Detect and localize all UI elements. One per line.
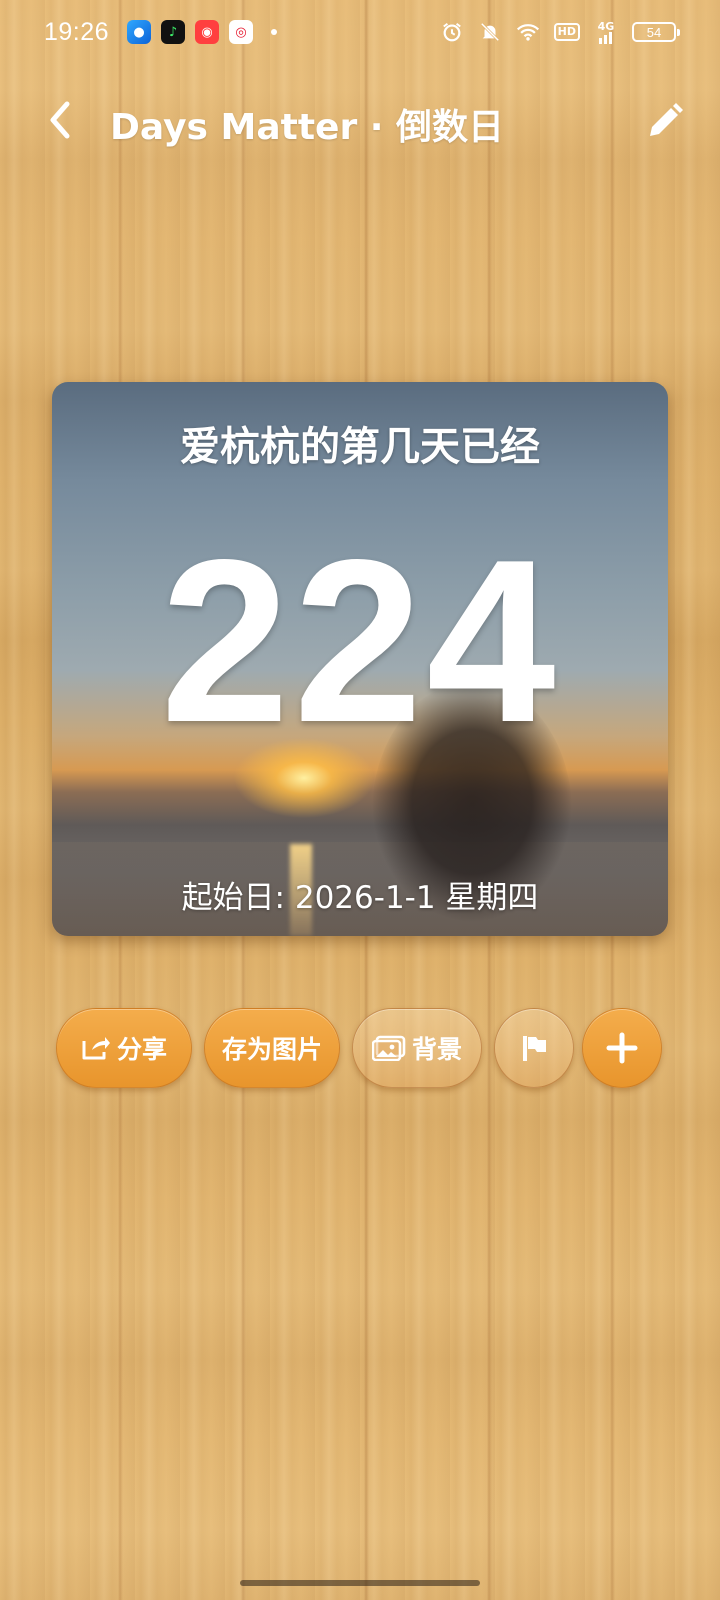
battery-indicator: 54	[632, 22, 680, 42]
plus-icon	[606, 1032, 638, 1064]
add-button[interactable]	[582, 1008, 662, 1088]
share-label: 分享	[116, 1035, 167, 1064]
app-bar: Days Matter · 倒数日	[0, 84, 720, 160]
network-type-label: 4G	[597, 19, 615, 33]
alarm-icon	[440, 20, 464, 44]
save-as-image-label: 存为图片	[221, 1035, 322, 1064]
weibo-icon: ◎	[229, 20, 254, 44]
pencil-icon	[650, 103, 683, 136]
back-chevron-icon	[50, 101, 70, 139]
background-button[interactable]: 背景	[352, 1008, 482, 1088]
action-bar: 分享 存为图片 背景	[56, 1008, 676, 1088]
flag-button[interactable]	[494, 1008, 574, 1088]
save-as-image-button[interactable]: 存为图片	[204, 1008, 340, 1088]
mute-bell-icon	[478, 20, 502, 44]
music-app-icon: ♪	[161, 20, 186, 44]
more-notifications-dot	[271, 29, 278, 35]
hd-badge: HD	[553, 23, 580, 41]
back-button[interactable]	[36, 96, 84, 144]
background-label: 背景	[411, 1035, 462, 1064]
countdown-card[interactable]: 爱杭杭的第几天已经 224 起始日: 2026-1-1 星期四	[52, 382, 668, 936]
flag-icon	[523, 1036, 546, 1061]
start-date: 起始日: 2026-1-1 星期四	[181, 880, 539, 916]
status-time: 19:26	[44, 17, 110, 46]
edit-button[interactable]	[638, 96, 690, 148]
event-title: 爱杭杭的第几天已经	[180, 424, 540, 470]
page-title: Days Matter · 倒数日	[110, 107, 504, 148]
app-blue-icon: ●	[127, 20, 152, 44]
notification-app-icons: ● ♪ ◉ ◎	[127, 20, 278, 44]
status-indicators: HD 4G 54	[440, 20, 680, 44]
home-indicator[interactable]	[240, 1580, 480, 1586]
days-count: 224	[160, 512, 560, 771]
wifi-icon	[516, 20, 540, 44]
image-icon	[371, 1035, 406, 1061]
share-button[interactable]: 分享	[56, 1008, 192, 1088]
status-bar: 19:26 ● ♪ ◉ ◎ HD 4G 54	[0, 0, 720, 64]
red-app-icon: ◉	[195, 20, 220, 44]
cellular-signal-icon: 4G	[594, 20, 618, 44]
share-icon	[82, 1037, 110, 1060]
